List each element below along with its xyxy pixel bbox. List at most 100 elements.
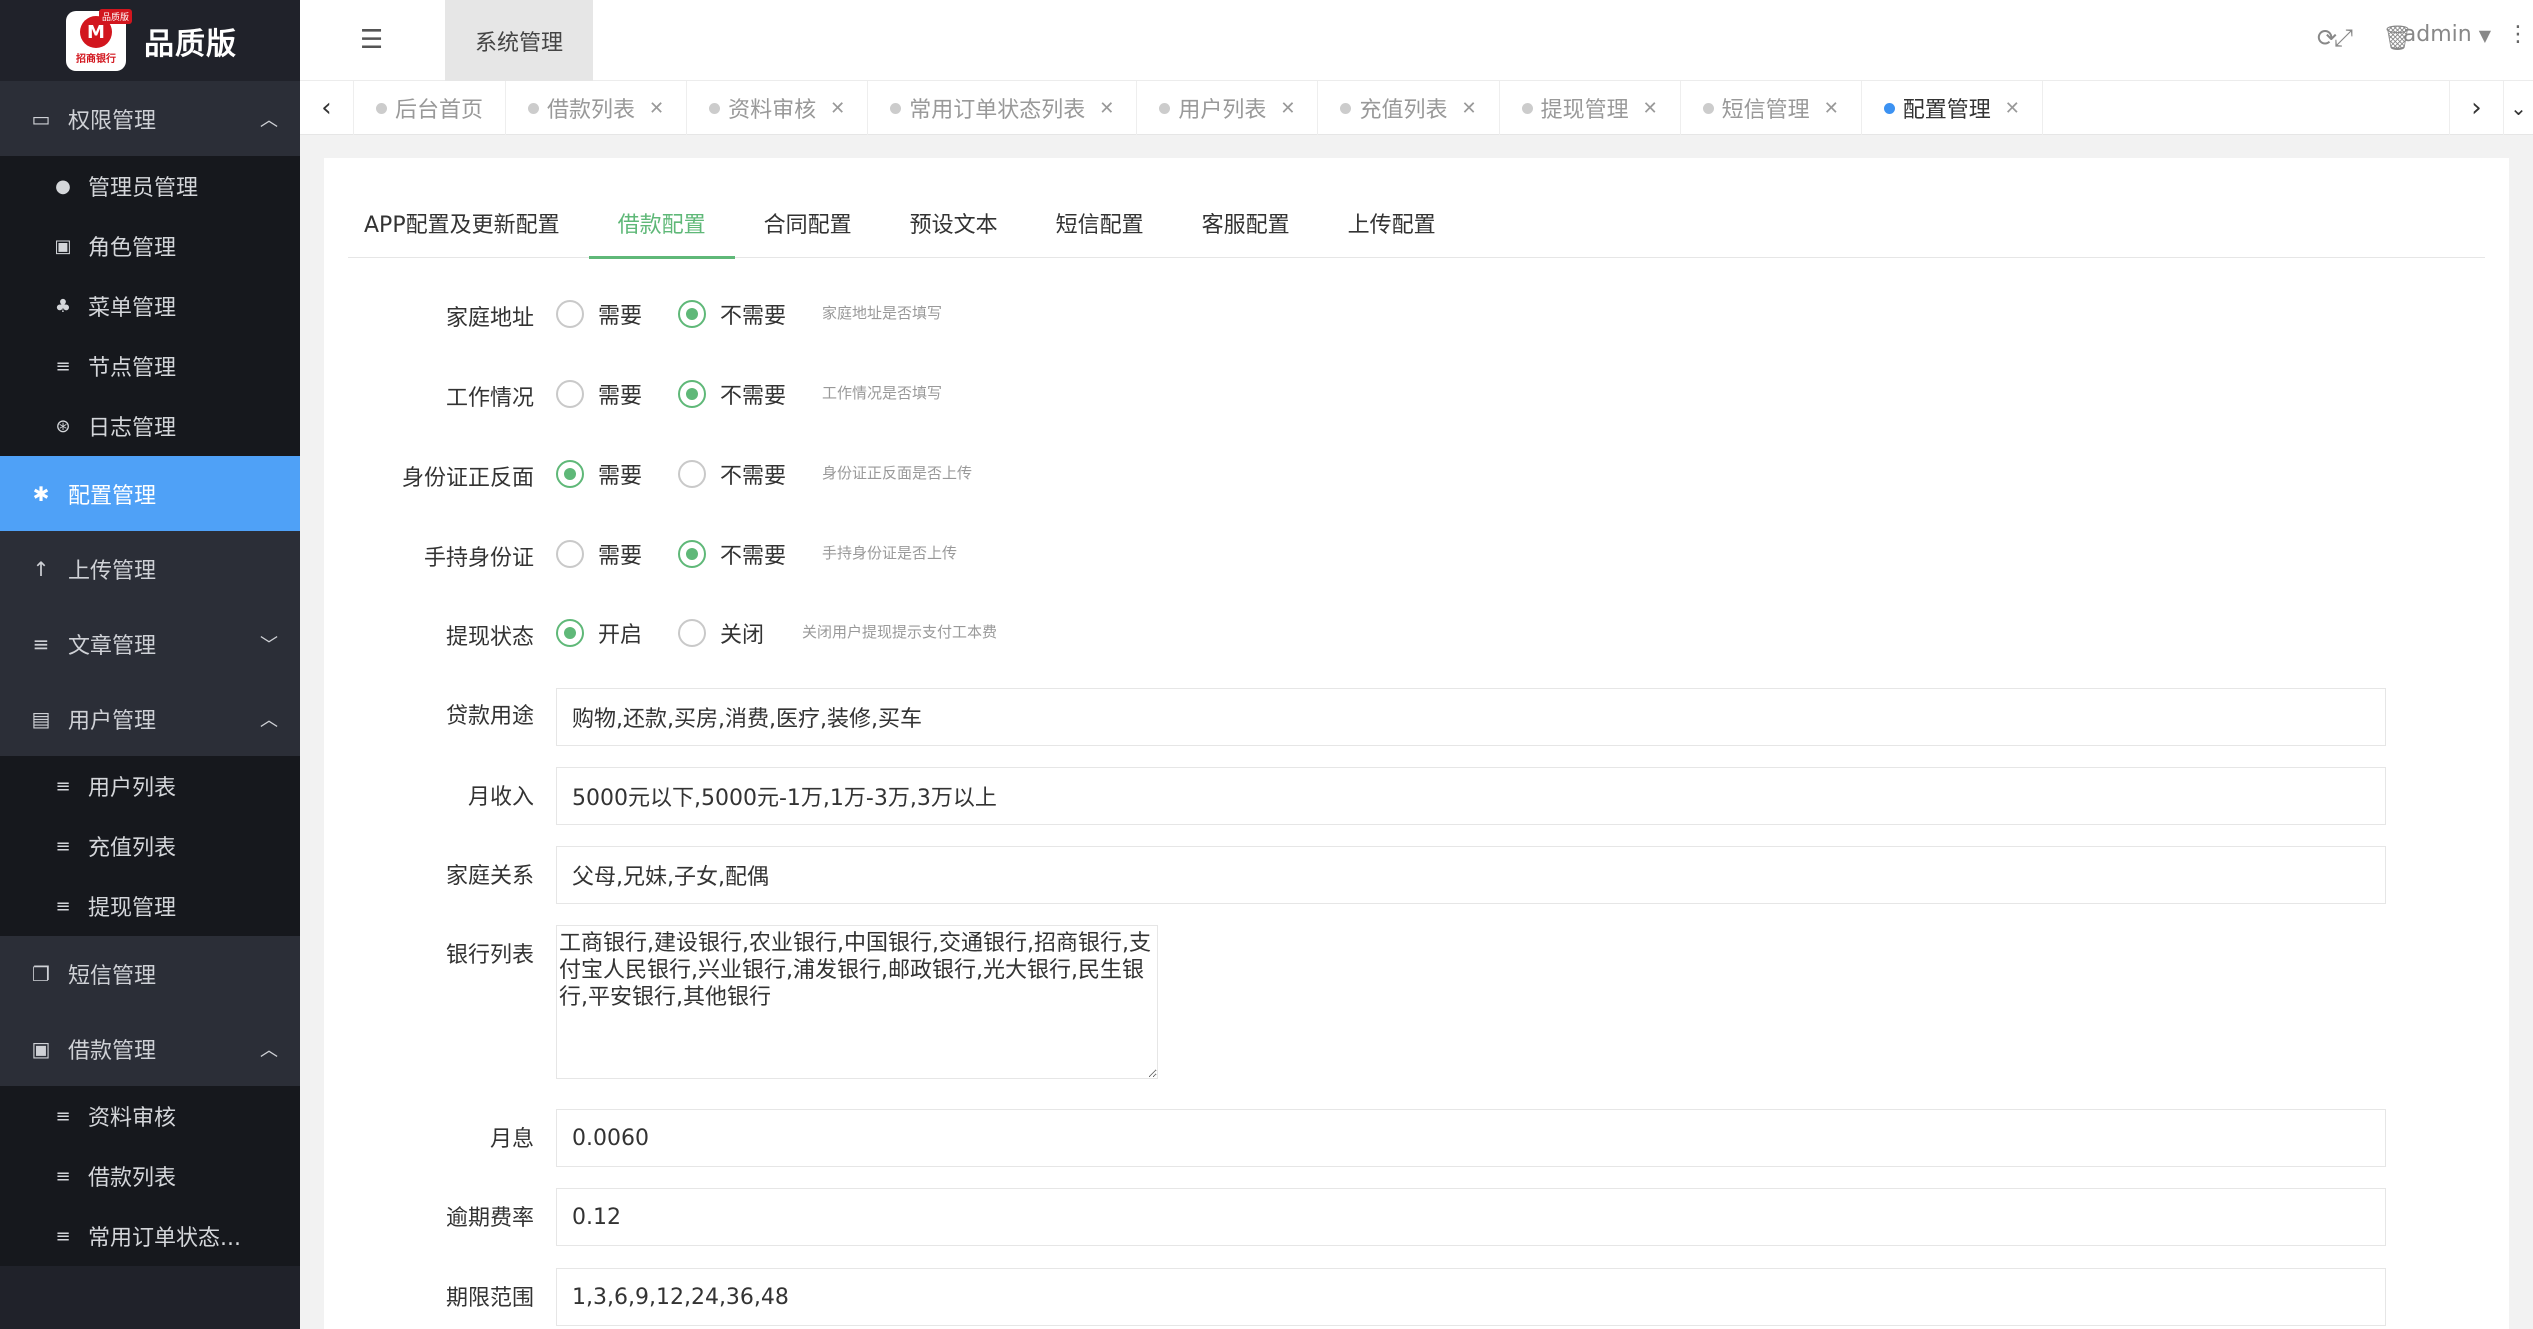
admin-name: admin xyxy=(2402,22,2472,47)
nav-group-loans[interactable]: ▣ 借款管理 ︿ xyxy=(0,1011,300,1086)
nav-group-label: 用户管理 xyxy=(68,708,157,734)
close-icon[interactable]: ✕ xyxy=(1280,98,1295,119)
page-tab-order-status[interactable]: 常用订单状态列表 ✕ xyxy=(868,81,1138,135)
tab-preset-text[interactable]: 预设文本 xyxy=(881,188,1027,258)
tabs-prev-button[interactable]: ‹ xyxy=(300,81,354,135)
list-icon: ≡ xyxy=(32,631,50,656)
admin-user-menu[interactable]: admin ▼ xyxy=(2403,22,2491,47)
page-tab-label: 借款列表 xyxy=(547,98,636,123)
field-hint: 身份证正反面是否上传 xyxy=(822,464,973,482)
sidebar-item-logs[interactable]: ⊛ 日志管理 xyxy=(0,396,300,456)
sidebar-item-label: 充值列表 xyxy=(88,836,177,861)
nav-group-label: 权限管理 xyxy=(68,108,157,134)
radio-home-address-need[interactable]: 需要 xyxy=(556,298,642,330)
close-icon[interactable]: ✕ xyxy=(1099,98,1114,119)
chevron-right-icon: › xyxy=(2471,93,2482,123)
tabs-menu-button[interactable]: ⌄ xyxy=(2503,81,2533,135)
banks-textarea[interactable]: 工商银行,建设银行,农业银行,中国银行,交通银行,招商银行,支付宝人民银行,兴业… xyxy=(556,925,1158,1079)
menu-toggle-icon[interactable]: ☰ xyxy=(360,25,388,55)
radio-circle xyxy=(556,380,584,408)
radio-id-no[interactable]: 不需要 xyxy=(678,458,786,490)
sidebar-item-menus[interactable]: ♣ 菜单管理 xyxy=(0,276,300,336)
income-input[interactable] xyxy=(556,767,2386,825)
page-tab-review[interactable]: 资料审核 ✕ xyxy=(687,81,869,135)
sidebar-item-nodes[interactable]: ≡ 节点管理 xyxy=(0,336,300,396)
close-icon[interactable]: ✕ xyxy=(1461,98,1476,119)
nav-group-permissions[interactable]: ▭ 权限管理 ︿ xyxy=(0,81,300,156)
radio-circle xyxy=(678,619,706,647)
sidebar-item-user-list[interactable]: ≡ 用户列表 xyxy=(0,756,300,816)
radio-hand-no[interactable]: 不需要 xyxy=(678,538,786,570)
page-tab-label: 用户列表 xyxy=(1178,98,1267,123)
radio-circle xyxy=(678,540,706,568)
radio-work-no[interactable]: 不需要 xyxy=(678,378,786,410)
page-tab-home[interactable]: 后台首页 xyxy=(354,81,507,135)
list-icon: ≡ xyxy=(55,835,71,857)
radio-circle xyxy=(556,540,584,568)
sidebar-item-roles[interactable]: ▣ 角色管理 xyxy=(0,216,300,276)
tab-sms-config[interactable]: 短信配置 xyxy=(1027,188,1173,258)
radio-id-need[interactable]: 需要 xyxy=(556,458,642,490)
close-icon[interactable]: ✕ xyxy=(2005,98,2020,119)
nav-group-label: 短信管理 xyxy=(68,963,157,989)
radio-withdraw-off[interactable]: 关闭 xyxy=(678,617,764,649)
sidebar-item-loan-list[interactable]: ≡ 借款列表 xyxy=(0,1146,300,1206)
bank-logo: 品质版 M 招商银行 xyxy=(66,8,132,71)
sidebar-item-label: 提现管理 xyxy=(88,896,177,921)
term-range-input[interactable] xyxy=(556,1268,2386,1326)
nav-group-label: 配置管理 xyxy=(68,483,157,509)
tab-loan-config[interactable]: 借款配置 xyxy=(588,188,735,259)
page-tab-config[interactable]: 配置管理 ✕ xyxy=(1862,81,2043,135)
sidebar-item-withdraw[interactable]: ≡ 提现管理 xyxy=(0,876,300,936)
sidebar-item-review[interactable]: ≡ 资料审核 xyxy=(0,1086,300,1146)
page-tab-recharge[interactable]: 充值列表 ✕ xyxy=(1318,81,1500,135)
more-vertical-icon[interactable]: ⋮ xyxy=(2507,22,2529,47)
nav-group-users[interactable]: ▤ 用户管理 ︿ xyxy=(0,681,300,756)
nav-group-label: 借款管理 xyxy=(68,1038,157,1064)
tab-service-config[interactable]: 客服配置 xyxy=(1173,188,1319,258)
close-icon[interactable]: ✕ xyxy=(1643,98,1658,119)
list-icon: ≡ xyxy=(55,895,71,917)
radio-circle xyxy=(678,380,706,408)
tab-upload-config[interactable]: 上传配置 xyxy=(1319,188,1465,258)
page-tab-loan-list[interactable]: 借款列表 ✕ xyxy=(506,81,688,135)
loan-use-input[interactable] xyxy=(556,688,2386,746)
page-tab-sms[interactable]: 短信管理 ✕ xyxy=(1681,81,1862,135)
tab-dot xyxy=(1702,102,1714,114)
radio-home-address-no[interactable]: 不需要 xyxy=(678,298,786,330)
family-input[interactable] xyxy=(556,846,2386,904)
logo-bank-name: 招商银行 xyxy=(76,54,116,65)
field-label: 银行列表 xyxy=(445,943,534,968)
nav-group-articles[interactable]: ≡ 文章管理 ﹀ xyxy=(0,606,300,681)
sidebar-item-recharge-list[interactable]: ≡ 充值列表 xyxy=(0,816,300,876)
nav-group-upload[interactable]: ↑ 上传管理 xyxy=(0,531,300,606)
tab-dot xyxy=(1883,102,1895,114)
fullscreen-icon[interactable]: ⤢ xyxy=(2334,24,2353,52)
close-icon[interactable]: ✕ xyxy=(830,98,845,119)
radio-hand-need[interactable]: 需要 xyxy=(556,538,642,570)
radio-circle xyxy=(678,460,706,488)
tab-contract-config[interactable]: 合同配置 xyxy=(735,188,881,258)
tab-app-config[interactable]: APP配置及更新配置 xyxy=(348,188,589,258)
nav-group-sms[interactable]: ❐ 短信管理 xyxy=(0,936,300,1011)
page-tab-user-list[interactable]: 用户列表 ✕ xyxy=(1137,81,1319,135)
page-tab-label: 短信管理 xyxy=(1721,98,1810,123)
sidebar-item-admin[interactable]: ● 管理员管理 xyxy=(0,156,300,216)
page-tab-withdraw[interactable]: 提现管理 ✕ xyxy=(1500,81,1681,135)
close-icon[interactable]: ✕ xyxy=(649,98,664,119)
sidebar-item-order-status[interactable]: ≡ 常用订单状态... xyxy=(0,1206,300,1266)
caret-down-icon: ▼ xyxy=(2478,26,2491,45)
system-tab[interactable]: 系统管理 xyxy=(445,0,593,81)
radio-work-need[interactable]: 需要 xyxy=(556,378,642,410)
radio-circle xyxy=(556,300,584,328)
close-icon[interactable]: ✕ xyxy=(1824,98,1839,119)
nav-group-config[interactable]: ✱ 配置管理 xyxy=(0,456,300,531)
field-label: 家庭地址 xyxy=(445,306,534,331)
radio-label: 关闭 xyxy=(720,623,765,648)
tab-dot xyxy=(376,102,387,114)
overdue-rate-input[interactable] xyxy=(556,1188,2386,1246)
radio-withdraw-on[interactable]: 开启 xyxy=(556,617,642,649)
monthly-rate-input[interactable] xyxy=(556,1109,2386,1167)
tabs-next-button[interactable]: › xyxy=(2449,81,2503,135)
sub-list-users: ≡ 用户列表 ≡ 充值列表 ≡ 提现管理 xyxy=(0,756,300,936)
